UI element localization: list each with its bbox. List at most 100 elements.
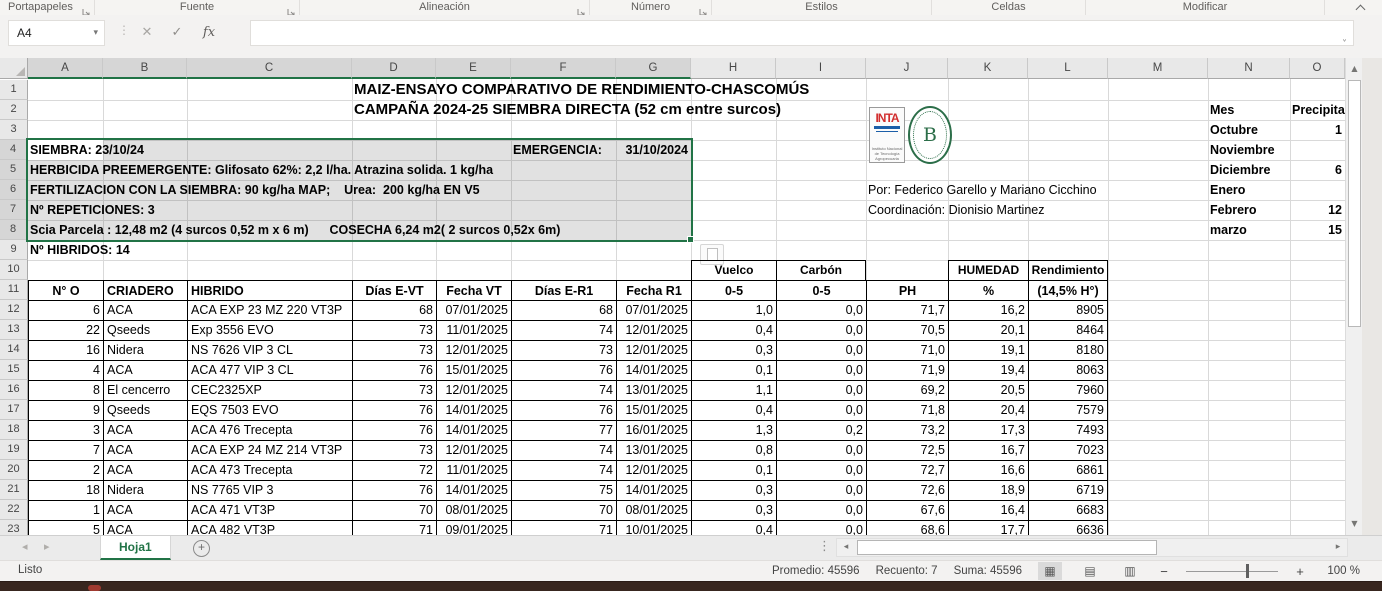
cell-K19[interactable]: 16,7 xyxy=(948,440,1028,461)
cell-I14[interactable]: 0,0 xyxy=(776,340,866,361)
cell-A23[interactable]: 5 xyxy=(28,520,103,535)
column-header-L[interactable]: L xyxy=(1028,58,1108,79)
cell-O3[interactable]: 1 xyxy=(1292,120,1342,140)
cell-H15[interactable]: 0,1 xyxy=(691,360,776,381)
cell-E20[interactable]: 11/01/2025 xyxy=(436,460,511,481)
cell-E19[interactable]: 12/01/2025 xyxy=(436,440,511,461)
cancel-icon[interactable]: ✕ xyxy=(134,20,160,46)
cell-L12[interactable]: 8905 xyxy=(1028,300,1108,321)
cell-J23[interactable]: 68,6 xyxy=(866,520,948,535)
cell-N8[interactable]: marzo xyxy=(1210,220,1247,240)
cell-B14[interactable]: Nidera xyxy=(103,340,187,361)
column-header-I[interactable]: I xyxy=(776,58,866,79)
normal-view-icon[interactable]: ▦ xyxy=(1038,562,1062,580)
add-sheet-icon[interactable]: + xyxy=(193,540,210,557)
cell-C15[interactable]: ACA 477 VIP 3 CL xyxy=(187,360,352,381)
cell-D17[interactable]: 76 xyxy=(352,400,436,421)
cell-A14[interactable]: 16 xyxy=(28,340,103,361)
cell-B16[interactable]: El cencerro xyxy=(103,380,187,401)
row-header-7[interactable]: 7 xyxy=(0,200,28,220)
scroll-left-icon[interactable]: ◂ xyxy=(837,539,855,556)
cell-A15[interactable]: 4 xyxy=(28,360,103,381)
zoom-level[interactable]: 100 % xyxy=(1322,565,1360,577)
cell-I23[interactable]: 0,0 xyxy=(776,520,866,535)
cell-C14[interactable]: NS 7626 VIP 3 CL xyxy=(187,340,352,361)
horizontal-scrollbar[interactable]: ◂ ▸ xyxy=(836,538,1348,557)
cell-K18[interactable]: 17,3 xyxy=(948,420,1028,441)
cell-H14[interactable]: 0,3 xyxy=(691,340,776,361)
cell-E13[interactable]: 11/01/2025 xyxy=(436,320,511,341)
cell-A20[interactable]: 2 xyxy=(28,460,103,481)
vertical-scrollbar[interactable]: ▲ ▼ xyxy=(1345,58,1362,535)
zoom-slider[interactable] xyxy=(1186,562,1278,580)
row-header-16[interactable]: 16 xyxy=(0,380,28,400)
dialog-launcher-icon[interactable] xyxy=(577,4,586,13)
cell-I17[interactable]: 0,0 xyxy=(776,400,866,421)
cell-A7[interactable]: Nº REPETICIONES: 3 xyxy=(30,200,155,220)
cell-H16[interactable]: 1,1 xyxy=(691,380,776,401)
cell-L11[interactable]: (14,5% H°) xyxy=(1028,280,1108,301)
cell-C21[interactable]: NS 7765 VIP 3 xyxy=(187,480,352,501)
cell-N5[interactable]: Diciembre xyxy=(1210,160,1270,180)
spreadsheet-grid[interactable]: INTA Instituto Nacional de Tecnología Ag… xyxy=(0,58,1345,535)
cell-C11[interactable]: HIBRIDO xyxy=(187,280,352,301)
cell-J20[interactable]: 72,7 xyxy=(866,460,948,481)
sheet-nav-left-icon[interactable]: ◂ xyxy=(22,540,28,553)
cell-D12[interactable]: 68 xyxy=(352,300,436,321)
cell-K23[interactable]: 17,7 xyxy=(948,520,1028,535)
cell-G13[interactable]: 12/01/2025 xyxy=(616,320,691,341)
cell-A16[interactable]: 8 xyxy=(28,380,103,401)
cell-J13[interactable]: 70,5 xyxy=(866,320,948,341)
cell-J16[interactable]: 69,2 xyxy=(866,380,948,401)
cell-H12[interactable]: 1,0 xyxy=(691,300,776,321)
cell-H20[interactable]: 0,1 xyxy=(691,460,776,481)
cell-J21[interactable]: 72,6 xyxy=(866,480,948,501)
row-header-17[interactable]: 17 xyxy=(0,400,28,420)
cell-L20[interactable]: 6861 xyxy=(1028,460,1108,481)
cell-G22[interactable]: 08/01/2025 xyxy=(616,500,691,521)
cell-E11[interactable]: Fecha VT xyxy=(436,280,511,301)
cell-E16[interactable]: 12/01/2025 xyxy=(436,380,511,401)
column-header-N[interactable]: N xyxy=(1208,58,1290,79)
cell-K16[interactable]: 20,5 xyxy=(948,380,1028,401)
cell-G12[interactable]: 07/01/2025 xyxy=(616,300,691,321)
cell-H23[interactable]: 0,4 xyxy=(691,520,776,535)
cell-C22[interactable]: ACA 471 VT3P xyxy=(187,500,352,521)
horizontal-scrollbar-thumb[interactable] xyxy=(857,540,1157,555)
cell-D11[interactable]: Días E-VT xyxy=(352,280,436,301)
dialog-launcher-icon[interactable] xyxy=(699,4,708,13)
column-header-A[interactable]: A xyxy=(28,58,103,79)
cell-I15[interactable]: 0,0 xyxy=(776,360,866,381)
row-header-5[interactable]: 5 xyxy=(0,160,28,180)
cell-C19[interactable]: ACA EXP 24 MZ 214 VT3P xyxy=(187,440,352,461)
row-header-9[interactable]: 9 xyxy=(0,240,28,260)
column-header-F[interactable]: F xyxy=(511,58,616,79)
cell-A13[interactable]: 22 xyxy=(28,320,103,341)
cell-F16[interactable]: 74 xyxy=(511,380,616,401)
cell-L18[interactable]: 7493 xyxy=(1028,420,1108,441)
cell-F17[interactable]: 76 xyxy=(511,400,616,421)
cell-L17[interactable]: 7579 xyxy=(1028,400,1108,421)
cell-K15[interactable]: 19,4 xyxy=(948,360,1028,381)
cell-J19[interactable]: 72,5 xyxy=(866,440,948,461)
cell-C13[interactable]: Exp 3556 EVO xyxy=(187,320,352,341)
cell-F23[interactable]: 71 xyxy=(511,520,616,535)
zoom-out-icon[interactable]: − xyxy=(1158,564,1170,579)
zoom-in-icon[interactable]: + xyxy=(1294,564,1306,579)
cell-L21[interactable]: 6719 xyxy=(1028,480,1108,501)
column-header-M[interactable]: M xyxy=(1108,58,1208,79)
cell-I22[interactable]: 0,0 xyxy=(776,500,866,521)
cell-B18[interactable]: ACA xyxy=(103,420,187,441)
tab-splitter-handle[interactable]: ⋮ xyxy=(818,539,831,554)
cell-B20[interactable]: ACA xyxy=(103,460,187,481)
cell-F12[interactable]: 68 xyxy=(511,300,616,321)
cell-K17[interactable]: 20,4 xyxy=(948,400,1028,421)
cell-K20[interactable]: 16,6 xyxy=(948,460,1028,481)
cell-L19[interactable]: 7023 xyxy=(1028,440,1108,461)
cell-D15[interactable]: 76 xyxy=(352,360,436,381)
cell-H21[interactable]: 0,3 xyxy=(691,480,776,501)
cell-A18[interactable]: 3 xyxy=(28,420,103,441)
dialog-launcher-icon[interactable] xyxy=(82,4,91,13)
cell-A4[interactable]: SIEMBRA: 23/10/24 xyxy=(30,140,144,160)
cell-O8[interactable]: 15 xyxy=(1292,220,1342,240)
